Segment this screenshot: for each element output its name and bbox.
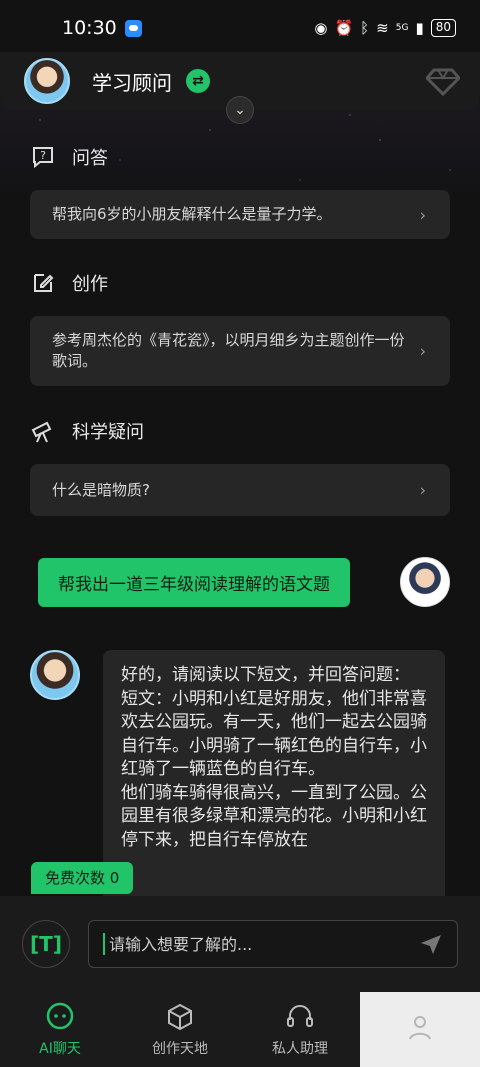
headset-icon [285, 1002, 315, 1032]
chevron-right-icon: › [419, 480, 426, 500]
bot-message-bubble[interactable]: 好的，请阅读以下短文，并回答问题： 短文：小明和小红是好朋友，他们非常喜欢去公园… [103, 650, 445, 910]
chat-bubble-icon [45, 1002, 75, 1032]
prompt-card[interactable]: 什么是暗物质? › [30, 464, 450, 516]
tab-assistant[interactable]: 私人助理 [240, 992, 360, 1067]
section-title: 科学疑问 [72, 422, 144, 443]
signal-icon: ▮ [415, 19, 424, 37]
tab-label: 创作天地 [152, 1040, 208, 1057]
prompt-text: 什么是暗物质? [52, 481, 150, 499]
prompt-card[interactable]: 帮我向6岁的小朋友解释什么是量子力学。 › [30, 190, 450, 239]
profile-icon [405, 1012, 435, 1042]
text-mode-icon[interactable]: [T] [22, 920, 70, 968]
tab-label: 私人助理 [272, 1040, 328, 1057]
section-title: 问答 [72, 148, 108, 169]
edit-icon [30, 270, 56, 296]
status-bar: 10:30 ◉ ⏰ ᛒ ≋ 5G ▮ 80 [0, 0, 480, 56]
bot-message-text: 好的，请阅读以下短文，并回答问题： 短文：小明和小红是好朋友，他们非常喜欢去公园… [121, 665, 427, 850]
bottom-tab-bar: AI聊天 创作天地 私人助理 [0, 992, 480, 1067]
send-icon[interactable] [419, 932, 443, 956]
tab-profile[interactable] [360, 992, 480, 1067]
app-notification-icon [124, 19, 142, 37]
input-bar: [T] [0, 896, 480, 992]
advisor-avatar[interactable] [24, 58, 70, 104]
wifi-icon: ≋ [376, 19, 389, 37]
tab-label: AI聊天 [39, 1040, 81, 1057]
cube-icon [165, 1002, 195, 1032]
chevron-right-icon: › [419, 341, 426, 361]
bot-avatar [30, 650, 80, 700]
network-type: 5G [395, 23, 409, 33]
alarm-icon: ⏰ [334, 19, 354, 37]
app-screen: 10:30 ◉ ⏰ ᛒ ≋ 5G ▮ 80 学习顾问 ⇄ ⌄ ? 问答 帮我向6… [0, 0, 480, 1067]
free-count-badge: 免费次数 0 [31, 862, 134, 894]
chevron-right-icon: › [419, 205, 426, 224]
prompt-card[interactable]: 参考周杰伦的《青花瓷》，以明月细乡为主题创作一份歌词。 › [30, 316, 450, 386]
bluetooth-icon: ᛒ [360, 19, 370, 37]
message-input[interactable] [109, 934, 419, 954]
telescope-icon [30, 418, 56, 444]
eye-icon: ◉ [314, 19, 328, 37]
collapse-chevron-icon[interactable]: ⌄ [226, 96, 254, 124]
battery-indicator: 80 [430, 19, 456, 37]
diamond-icon[interactable] [424, 68, 462, 97]
status-time: 10:30 [62, 17, 117, 39]
message-input-box[interactable] [88, 920, 458, 968]
page-title: 学习顾问 [92, 70, 172, 95]
section-science: 科学疑问 什么是暗物质? › [30, 416, 450, 516]
user-avatar [400, 557, 450, 607]
svg-text:?: ? [40, 149, 46, 162]
section-create: 创作 参考周杰伦的《青花瓷》，以明月细乡为主题创作一份歌词。 › [30, 268, 450, 386]
tab-ai-chat[interactable]: AI聊天 [0, 992, 120, 1067]
swap-icon[interactable]: ⇄ [186, 69, 210, 93]
prompt-text: 帮我向6岁的小朋友解释什么是量子力学。 [52, 205, 332, 223]
section-title: 创作 [72, 274, 108, 295]
question-icon: ? [30, 144, 56, 170]
text-cursor [103, 933, 105, 955]
section-qa: ? 问答 帮我向6岁的小朋友解释什么是量子力学。 › [30, 142, 450, 239]
prompt-text: 参考周杰伦的《青花瓷》，以明月细乡为主题创作一份歌词。 [52, 331, 405, 370]
user-message-row: 帮我出一道三年级阅读理解的语文题 [38, 557, 450, 607]
status-icons: ◉ ⏰ ᛒ ≋ 5G ▮ 80 [314, 19, 456, 37]
user-message-bubble[interactable]: 帮我出一道三年级阅读理解的语文题 [38, 557, 350, 607]
tab-create[interactable]: 创作天地 [120, 992, 240, 1067]
